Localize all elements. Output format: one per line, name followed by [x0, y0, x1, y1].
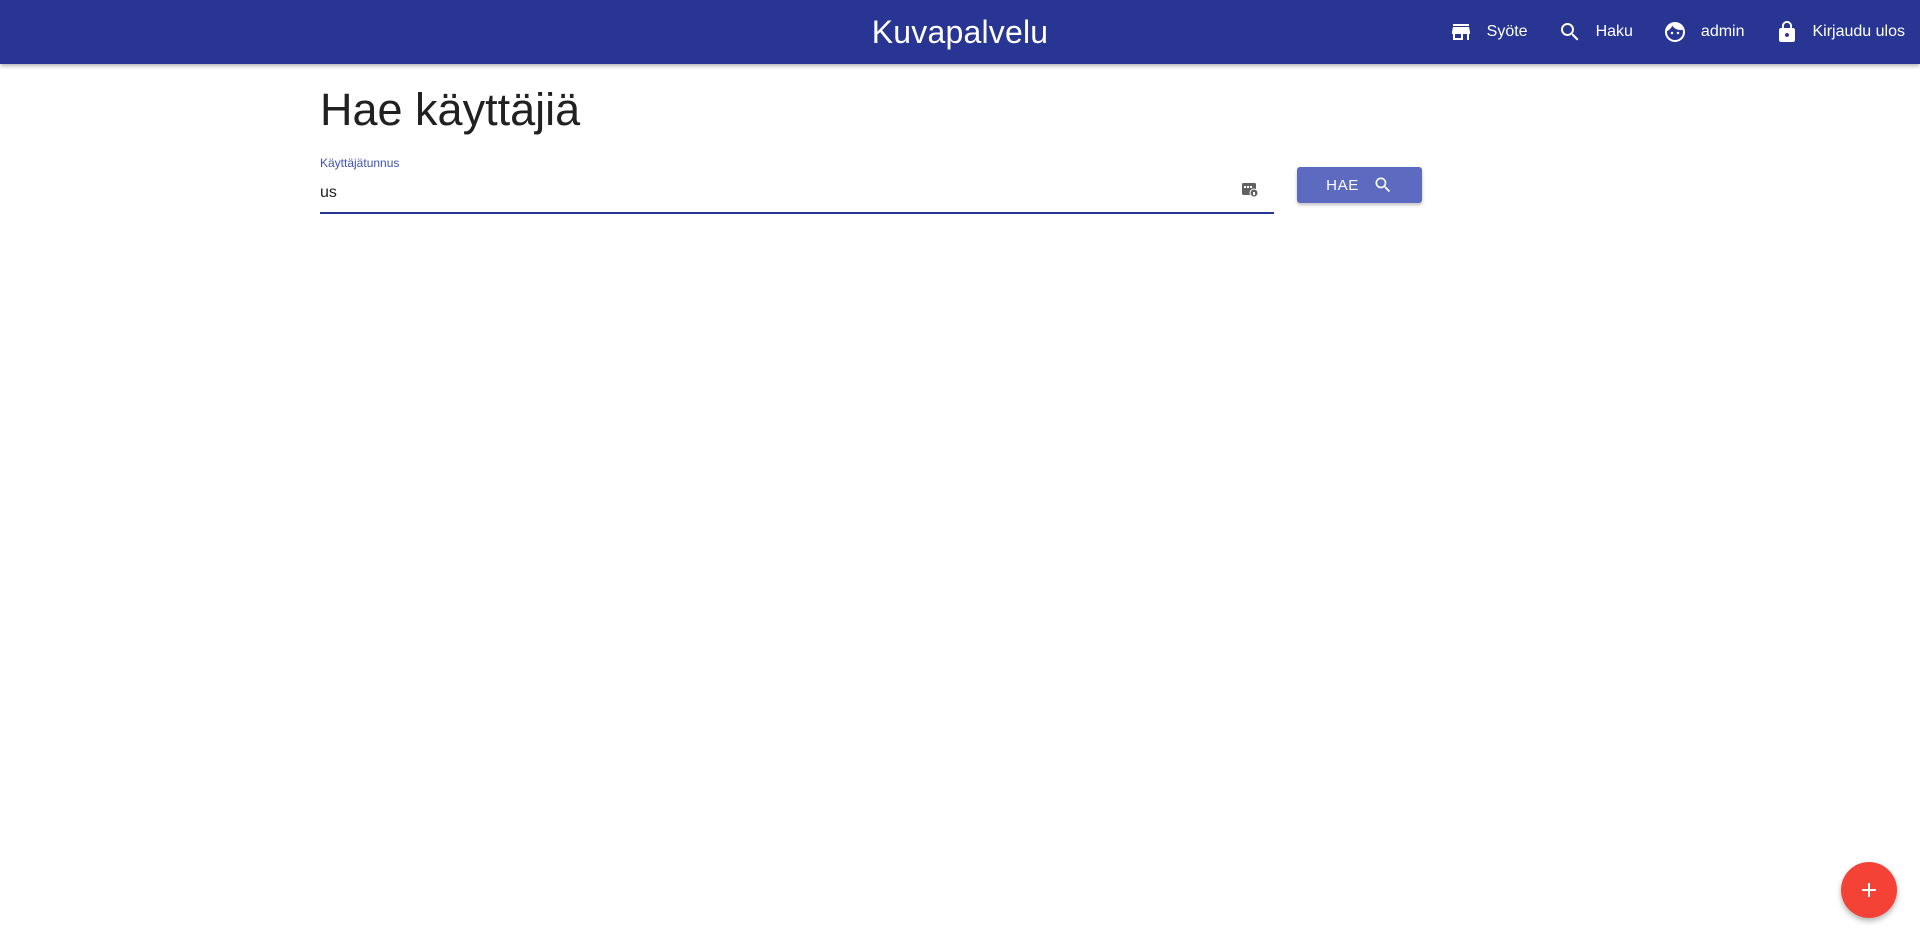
face-icon — [1663, 20, 1687, 44]
username-field: Käyttäjätunnus — [320, 154, 1274, 214]
password-manager-icon[interactable] — [1238, 178, 1262, 202]
add-user-button[interactable] — [1841, 862, 1897, 918]
top-nav: Syöte Haku admin Kirjaudu ulos — [1419, 0, 1905, 64]
nav-item-label: Haku — [1595, 23, 1633, 40]
search-icon — [1558, 20, 1582, 44]
nav-item-label: Kirjaudu ulos — [1812, 23, 1906, 40]
nav-item-profile[interactable]: admin — [1663, 20, 1745, 44]
username-field-label: Käyttäjätunnus — [320, 156, 400, 170]
page-title: Hae käyttäjiä — [320, 84, 581, 135]
store-icon — [1449, 20, 1473, 44]
nav-item-logout[interactable]: Kirjaudu ulos — [1775, 20, 1906, 44]
search-icon — [1375, 177, 1390, 193]
search-button[interactable]: HAE — [1297, 167, 1422, 203]
nav-item-label: admin — [1700, 23, 1745, 40]
plus-icon — [1862, 883, 1876, 897]
nav-item-search[interactable]: Haku — [1558, 20, 1633, 44]
nav-item-label: Syöte — [1486, 23, 1528, 40]
username-field-underline — [320, 212, 1274, 214]
lock-icon — [1775, 20, 1799, 44]
nav-item-feed[interactable]: Syöte — [1449, 20, 1528, 44]
search-button-label: HAE — [1326, 176, 1359, 194]
username-input[interactable] — [320, 178, 1220, 208]
app-bar: Kuvapalvelu Syöte Haku admin Kirjaudu ul… — [0, 0, 1920, 64]
